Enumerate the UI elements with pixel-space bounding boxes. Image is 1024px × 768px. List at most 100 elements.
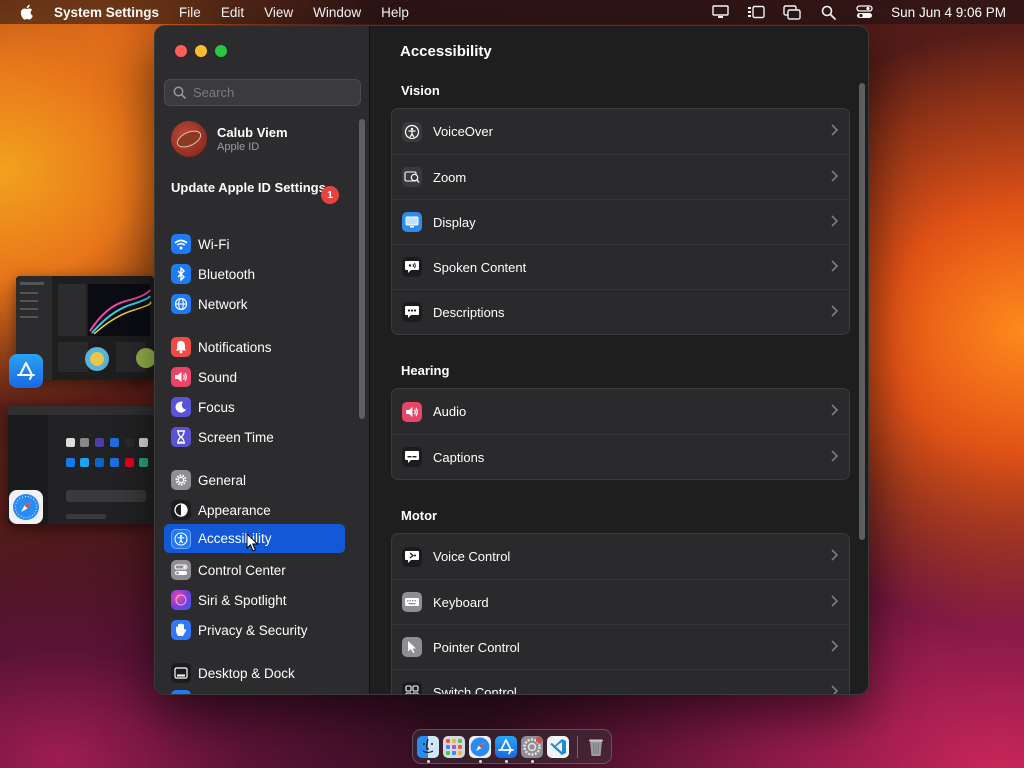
close-button[interactable]	[175, 45, 187, 57]
sidebar: Search Calub Viem Apple ID Update Apple …	[155, 26, 370, 694]
sidebar-item-network[interactable]: Network	[164, 290, 345, 318]
sidebar-item-general[interactable]: General	[164, 466, 345, 494]
sidebar-item-control-center[interactable]: Control Center	[164, 556, 345, 584]
sidebar-item-desktop-dock[interactable]: Desktop & Dock	[164, 659, 345, 687]
row-label: Keyboard	[433, 594, 489, 610]
sidebar-item-label: Privacy & Security	[198, 622, 308, 638]
safari-icon[interactable]	[469, 736, 491, 758]
row-switch-control[interactable]: Switch Control	[392, 669, 849, 695]
sidebar-item-label: General	[198, 472, 247, 488]
system-settings-icon[interactable]	[521, 736, 543, 758]
content-pane: Accessibility Vision VoiceOver Zoom Disp…	[371, 26, 868, 695]
zoom-icon	[402, 167, 422, 187]
control-center-icon[interactable]	[855, 4, 873, 20]
sidebar-item-label: Bluetooth	[198, 266, 256, 282]
gear-icon	[171, 470, 191, 490]
globe-icon	[171, 294, 191, 314]
trash-icon[interactable]	[585, 736, 607, 758]
chevron-right-icon	[831, 260, 839, 272]
chevron-right-icon	[831, 305, 839, 317]
sidebar-item-notifications[interactable]: Notifications	[164, 333, 345, 361]
running-indicator	[479, 760, 482, 763]
update-badge: 1	[321, 186, 339, 204]
sidebar-item-screen-time[interactable]: Screen Time	[164, 423, 345, 451]
row-label: Zoom	[433, 169, 467, 185]
menu-view[interactable]: View	[264, 5, 293, 20]
vscode-icon[interactable]	[547, 736, 569, 758]
zoom-button[interactable]	[215, 45, 227, 57]
row-voiceover[interactable]: VoiceOver	[392, 109, 849, 154]
minimize-button[interactable]	[195, 45, 207, 57]
menu-window[interactable]: Window	[313, 5, 361, 20]
spoken-content-icon	[402, 257, 422, 277]
menu-bar: System Settings File Edit View Window He…	[0, 0, 1024, 24]
control-center-icon	[171, 560, 191, 580]
sidebar-item-label: Appearance	[198, 502, 271, 518]
menu-clock[interactable]: Sun Jun 4 9:06 PM	[891, 5, 1006, 20]
screen-mirroring-icon[interactable]	[783, 4, 801, 20]
sidebar-scrollbar[interactable]	[359, 119, 365, 419]
menu-edit[interactable]: Edit	[221, 5, 244, 20]
sidebar-item-wifi[interactable]: Wi-Fi	[164, 230, 345, 258]
launchpad-icon[interactable]	[443, 736, 465, 758]
row-keyboard[interactable]: Keyboard	[392, 579, 849, 624]
siri-icon	[171, 590, 191, 610]
menu-file[interactable]: File	[179, 5, 201, 20]
stage-manager-icon[interactable]	[747, 4, 765, 20]
accessibility-icon	[171, 528, 191, 549]
row-zoom[interactable]: Zoom	[392, 154, 849, 199]
captions-icon	[402, 447, 422, 467]
display-icon[interactable]	[711, 4, 729, 20]
app-store-icon[interactable]	[9, 354, 43, 388]
sidebar-item-sound[interactable]: Sound	[164, 363, 345, 391]
mouse-cursor-icon	[246, 533, 259, 552]
sidebar-item-siri-spotlight[interactable]: Siri & Spotlight	[164, 586, 345, 614]
dock-icon	[171, 663, 191, 683]
sidebar-item-label: Network	[198, 296, 248, 312]
hourglass-icon	[171, 427, 191, 447]
chevron-right-icon	[831, 640, 839, 652]
switch-control-icon	[402, 682, 422, 694]
section-title-vision: Vision	[401, 83, 440, 98]
sidebar-item-focus[interactable]: Focus	[164, 393, 345, 421]
chevron-right-icon	[831, 404, 839, 416]
menu-app-name[interactable]: System Settings	[54, 5, 159, 20]
bell-icon	[171, 337, 191, 357]
menu-help[interactable]: Help	[381, 5, 409, 20]
sidebar-item-appearance[interactable]: Appearance	[164, 496, 345, 524]
row-pointer-control[interactable]: Pointer Control	[392, 624, 849, 669]
row-label: Display	[433, 214, 476, 230]
row-label: Pointer Control	[433, 639, 520, 655]
app-store-icon[interactable]	[495, 736, 517, 758]
row-label: Captions	[433, 449, 485, 465]
display-icon	[402, 212, 422, 232]
motor-group: Voice Control Keyboard Pointer Control S…	[391, 533, 850, 695]
sidebar-item-partial-icon	[171, 690, 191, 694]
row-audio[interactable]: Audio	[392, 389, 849, 434]
row-descriptions[interactable]: Descriptions	[392, 289, 849, 334]
sidebar-item-bluetooth[interactable]: Bluetooth	[164, 260, 345, 288]
update-apple-id-settings[interactable]: Update Apple ID Settings	[171, 180, 331, 196]
row-spoken-content[interactable]: Spoken Content	[392, 244, 849, 289]
content-scrollbar[interactable]	[859, 83, 865, 540]
row-captions[interactable]: Captions	[392, 434, 849, 479]
chevron-right-icon	[831, 215, 839, 227]
audio-icon	[402, 401, 422, 422]
sidebar-item-label: Siri & Spotlight	[198, 592, 287, 608]
chevron-right-icon	[831, 450, 839, 462]
search-field[interactable]: Search	[164, 79, 361, 106]
apple-id-profile[interactable]: Calub Viem Apple ID	[171, 121, 288, 157]
row-display[interactable]: Display	[392, 199, 849, 244]
dock	[412, 729, 612, 764]
row-voice-control[interactable]: Voice Control	[392, 534, 849, 579]
sidebar-item-label: Focus	[198, 399, 235, 415]
safari-icon[interactable]	[9, 490, 43, 524]
finder-icon[interactable]	[417, 736, 439, 758]
chevron-right-icon	[831, 595, 839, 607]
page-title: Accessibility	[400, 43, 492, 60]
sidebar-item-label: Desktop & Dock	[198, 665, 295, 681]
apple-menu-icon[interactable]	[18, 4, 34, 20]
row-label: Switch Control	[433, 684, 517, 695]
sidebar-item-privacy-security[interactable]: Privacy & Security	[164, 616, 345, 644]
spotlight-search-icon[interactable]	[819, 4, 837, 20]
